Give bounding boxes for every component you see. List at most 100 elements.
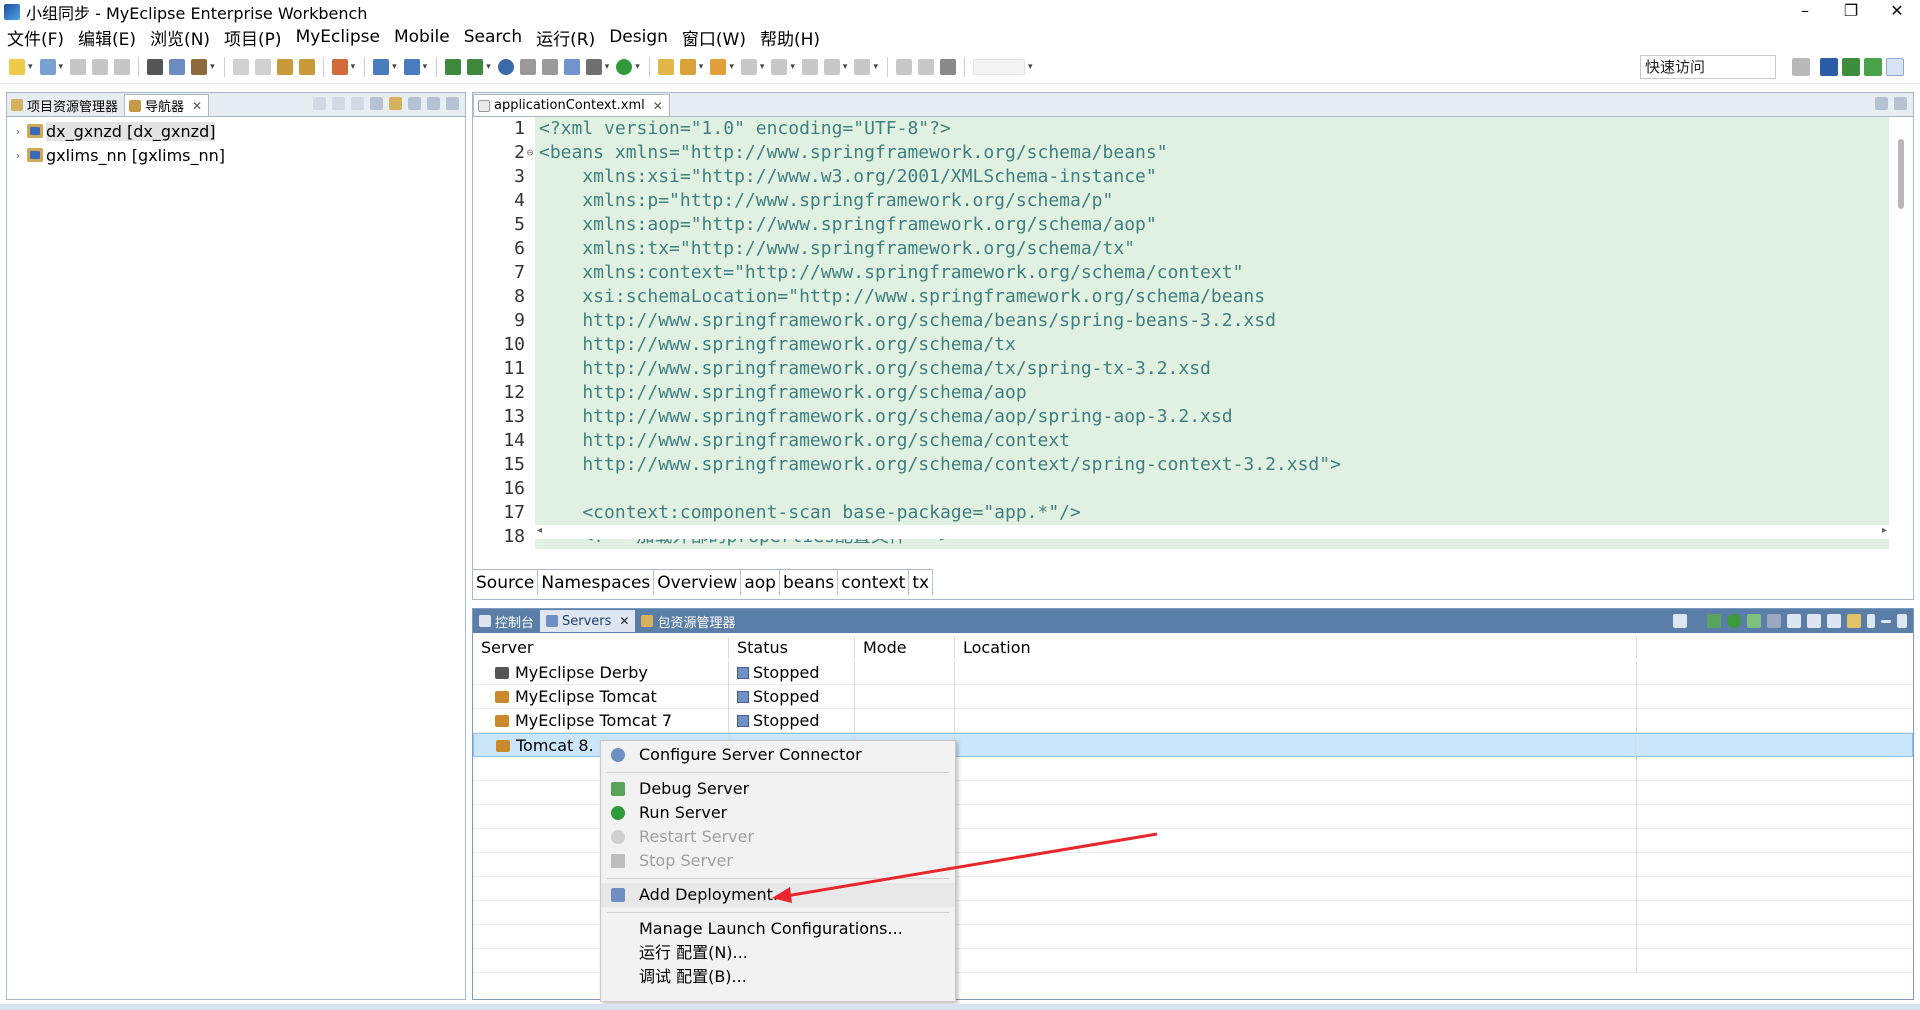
code-line[interactable]: 7 xmlns:context="http://www.springframew… xyxy=(473,261,1889,285)
brush-icon[interactable] xyxy=(679,58,696,75)
tab-aop[interactable]: aop xyxy=(741,570,780,595)
column-server[interactable]: Server xyxy=(473,637,729,659)
new-icon[interactable] xyxy=(9,58,25,75)
open-type-icon[interactable] xyxy=(276,58,293,75)
team-sync-perspective-icon[interactable] xyxy=(1886,58,1904,76)
menu-item-debug-configurations[interactable]: 调试 配置(B)... xyxy=(601,965,955,989)
view-menu-icon[interactable] xyxy=(1867,614,1875,628)
tab-namespaces[interactable]: Namespaces xyxy=(538,570,655,595)
column-mode[interactable]: Mode xyxy=(855,637,955,659)
table-row[interactable]: MyEclipse Derby Stopped xyxy=(473,661,1913,685)
scrollbar-thumb[interactable] xyxy=(1898,139,1904,209)
wand-dropdown-icon[interactable]: ▾ xyxy=(210,62,215,72)
forward-icon[interactable] xyxy=(854,58,871,75)
image-icon[interactable] xyxy=(563,58,580,75)
horizontal-scrollbar[interactable]: ◂ ▸ xyxy=(535,525,1889,539)
open-resource-icon[interactable] xyxy=(298,58,315,75)
tree-item-gxlims-nn[interactable]: › gxlims_nn [gxlims_nn] xyxy=(7,143,465,167)
globe-icon[interactable] xyxy=(497,58,514,75)
code-line[interactable]: 3 xmlns:xsi="http://www.w3.org/2001/XMLS… xyxy=(473,165,1889,189)
maximize-button[interactable]: ❐ xyxy=(1828,0,1874,24)
stop-server-icon[interactable] xyxy=(1767,614,1781,628)
code-line[interactable]: 15 http://www.springframework.org/schema… xyxy=(473,453,1889,477)
menu-window[interactable]: 窗口(W) xyxy=(675,25,753,50)
tab-overview[interactable]: Overview xyxy=(654,570,742,595)
save-icon[interactable] xyxy=(70,58,87,75)
open-perspective-icon[interactable] xyxy=(1792,58,1810,76)
link-editor-icon[interactable] xyxy=(389,97,402,110)
run-dropdown-icon[interactable]: ▾ xyxy=(635,62,640,72)
tab-context[interactable]: context xyxy=(838,570,910,595)
pen-icon[interactable] xyxy=(917,58,934,75)
close-icon[interactable]: ✕ xyxy=(653,99,663,113)
menu-mobile[interactable]: Mobile xyxy=(387,27,457,47)
deploy-dropdown-icon[interactable]: ▾ xyxy=(351,62,356,72)
minimize-view-icon[interactable] xyxy=(427,97,440,110)
settings-icon[interactable] xyxy=(1673,614,1687,628)
close-icon[interactable]: ✕ xyxy=(619,614,629,628)
minimize-button[interactable]: – xyxy=(1782,0,1828,24)
browser-dropdown-icon[interactable]: ▾ xyxy=(423,62,428,72)
scroll-left-icon[interactable]: ◂ xyxy=(537,525,542,536)
skip-icon[interactable] xyxy=(541,58,558,75)
close-button[interactable]: ✕ xyxy=(1874,0,1920,24)
menu-item-run-configurations[interactable]: 运行 配置(N)... xyxy=(601,941,955,965)
terminal-icon[interactable] xyxy=(147,58,164,75)
publish-icon[interactable] xyxy=(1787,614,1801,628)
tab-servers[interactable]: Servers ✕ xyxy=(540,610,636,632)
table-row[interactable]: MyEclipse Tomcat 7 Stopped xyxy=(473,709,1913,733)
new-project-icon[interactable] xyxy=(39,58,56,75)
next-annotation-icon[interactable] xyxy=(740,58,757,75)
menu-edit[interactable]: 编辑(E) xyxy=(71,25,143,50)
menu-file[interactable]: 文件(F) xyxy=(0,25,71,50)
run-server-icon[interactable] xyxy=(1727,614,1741,628)
view-menu-icon[interactable] xyxy=(408,97,421,110)
browser-icon[interactable] xyxy=(403,58,420,75)
wand-icon[interactable] xyxy=(191,58,208,75)
menu-run[interactable]: 运行(R) xyxy=(529,25,602,50)
new-project-dropdown-icon[interactable]: ▾ xyxy=(59,62,64,72)
java-ee-perspective-icon[interactable] xyxy=(1820,58,1838,76)
debug-icon[interactable] xyxy=(519,58,536,75)
code-line[interactable]: 1 <?xml version="1.0" encoding="UTF-8"?> xyxy=(473,117,1889,141)
toggle-mark-icon[interactable] xyxy=(169,58,186,75)
new-package-dropdown-icon[interactable]: ▾ xyxy=(486,62,491,72)
menu-item-debug-server[interactable]: Debug Server xyxy=(601,777,955,801)
code-line[interactable]: 10 http://www.springframework.org/schema… xyxy=(473,333,1889,357)
brush-dropdown-icon[interactable]: ▾ xyxy=(699,62,704,72)
tab-tx[interactable]: tx xyxy=(909,570,934,595)
minimize-view-icon[interactable] xyxy=(1881,619,1891,623)
tree-item-dx-gxnzd[interactable]: › dx_gxnzd [dx_gxnzd] xyxy=(7,119,465,143)
combo-dropdown-icon[interactable]: ▾ xyxy=(1028,62,1033,72)
next-annotation-dropdown-icon[interactable]: ▾ xyxy=(760,62,765,72)
redo-icon[interactable] xyxy=(254,58,271,75)
server-icon[interactable] xyxy=(373,58,390,75)
run-icon[interactable] xyxy=(616,58,633,75)
db-dropdown-icon[interactable]: ▾ xyxy=(729,62,734,72)
up-icon[interactable] xyxy=(351,97,364,110)
menu-item-run-server[interactable]: Run Server xyxy=(601,801,955,825)
tab-console[interactable]: 控制台 xyxy=(473,610,540,632)
menu-project[interactable]: 项目(P) xyxy=(217,25,289,50)
code-line[interactable]: 12 http://www.springframework.org/schema… xyxy=(473,381,1889,405)
forward-icon[interactable] xyxy=(332,97,345,110)
code-line[interactable]: 17 <context:component-scan base-package=… xyxy=(473,501,1889,525)
new-class-icon[interactable] xyxy=(445,58,462,75)
debug-server-icon[interactable] xyxy=(1707,614,1721,628)
grid-icon[interactable] xyxy=(939,58,956,75)
expand-arrow-icon[interactable]: › xyxy=(11,125,25,138)
menu-design[interactable]: Design xyxy=(602,27,675,47)
collapse-all-icon[interactable] xyxy=(370,97,383,110)
search-icon[interactable] xyxy=(585,58,602,75)
menu-item-stop-server[interactable]: Stop Server xyxy=(601,849,955,873)
last-edit-icon[interactable] xyxy=(801,58,818,75)
tab-source[interactable]: Source xyxy=(473,570,539,595)
code-area[interactable]: 1 <?xml version="1.0" encoding="UTF-8"?> 2… xyxy=(473,117,1913,549)
menu-help[interactable]: 帮助(H) xyxy=(753,25,827,50)
open-folder-icon[interactable] xyxy=(1847,614,1861,628)
fold-icon[interactable]: ⊖ xyxy=(525,141,535,165)
maximize-view-icon[interactable] xyxy=(1897,614,1907,628)
pin-editor-icon[interactable] xyxy=(895,58,912,75)
table-row[interactable]: MyEclipse Tomcat Stopped xyxy=(473,685,1913,709)
code-line[interactable]: 9 http://www.springframework.org/schema/… xyxy=(473,309,1889,333)
